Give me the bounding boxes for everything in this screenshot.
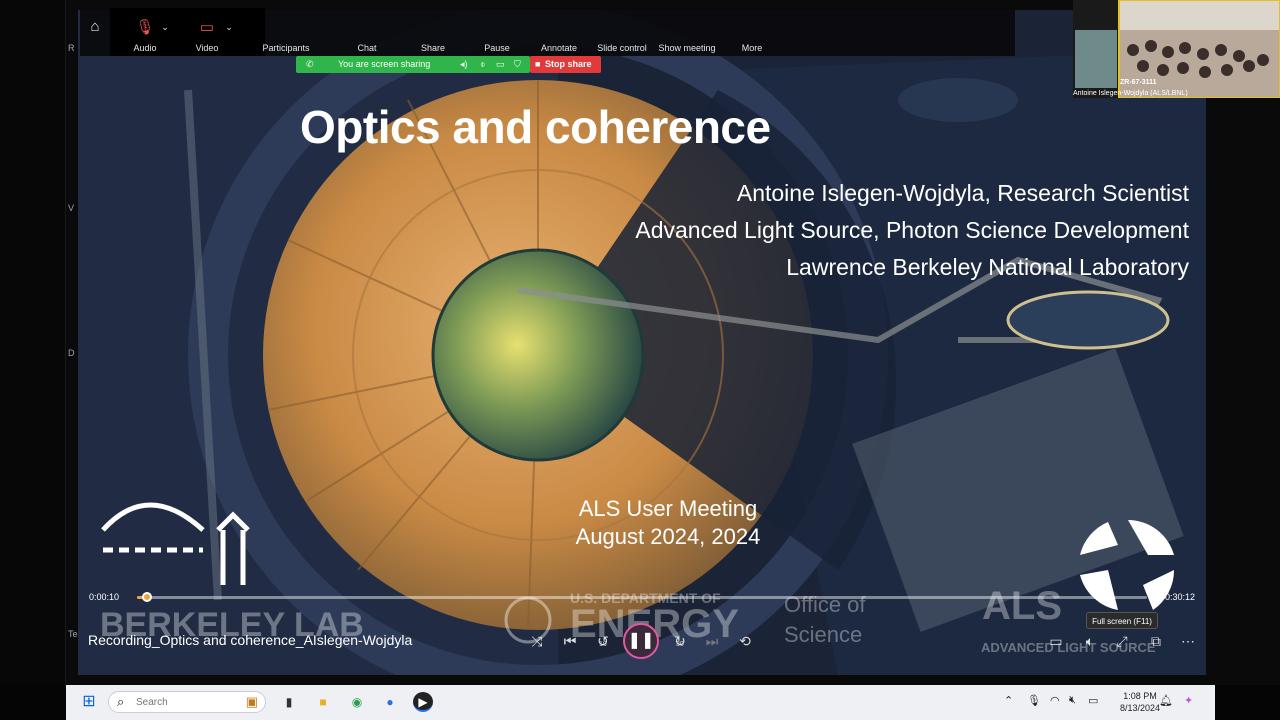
shield-icon[interactable]: ⛉ <box>514 59 521 70</box>
task-view-button[interactable]: ▮ <box>279 692 299 712</box>
phone-icon: ✆ <box>306 59 314 69</box>
skip-back-button[interactable]: ↺ 10 <box>591 630 615 652</box>
zoom-app-button[interactable]: ● <box>380 692 400 712</box>
microphone-tray-icon[interactable]: 🎙︎ <box>1027 694 1041 707</box>
previous-button[interactable]: ⏮ <box>558 630 582 652</box>
stop-icon: ■ <box>535 59 541 69</box>
search-input[interactable] <box>136 695 216 710</box>
folder-icon: ■ <box>319 695 327 709</box>
room-camera-feed <box>1073 0 1280 99</box>
speaker-icon[interactable]: ◂) <box>460 59 468 70</box>
video-icon[interactable]: ▭ <box>496 59 505 70</box>
next-button[interactable]: ⏭ <box>700 630 724 652</box>
elapsed-time: 0:00:10 <box>89 592 120 602</box>
zoom-icon: ● <box>386 695 394 709</box>
share-button[interactable]: Share <box>411 8 455 56</box>
room-id-label: ZR-67-3111 <box>1120 79 1157 86</box>
miniplayer-button[interactable]: ▭ <box>1044 630 1068 652</box>
fullscreen-tooltip: Full screen (F11) <box>1086 612 1158 629</box>
edge-fragment: V <box>68 203 75 213</box>
next-icon: ⏭ <box>705 633 719 649</box>
mic-muted-icon: 🎙︎ <box>135 19 155 36</box>
screen-sharing-banner: ✆ You are screen sharing ◂) ⌽ ▭ ⛉ <box>296 56 530 73</box>
media-player-button[interactable]: ▶ <box>413 692 433 712</box>
pause-icon: ❚❚ <box>627 632 655 649</box>
clock-time: 1:08 PM <box>1123 691 1157 701</box>
pause-button[interactable]: ❚❚ <box>623 623 659 659</box>
home-button[interactable]: ⌂ <box>82 8 108 56</box>
fullscreen-button[interactable]: ⤢ <box>1110 630 1134 652</box>
desktop-edge-left <box>0 685 66 720</box>
slide-meeting-date: August 2024, 2024 <box>575 524 761 549</box>
repeat-off-icon: ⟲ <box>739 633 751 649</box>
stop-share-button[interactable]: ■ Stop share <box>530 56 601 73</box>
taskbar-clock[interactable]: 1:08 PM 8/13/2024 <box>1120 690 1160 714</box>
edge-fragment: Te <box>68 629 78 639</box>
repeat-button[interactable]: ⟲ <box>733 630 757 652</box>
task-view-icon: ▮ <box>285 695 293 709</box>
wifi-icon[interactable]: ◠ <box>1050 694 1060 707</box>
participant-video-thumbnail[interactable] <box>1073 0 1280 99</box>
mic-icon[interactable]: ⌽ <box>480 59 485 70</box>
show-hidden-icons-button[interactable]: ⌃ <box>1004 694 1013 707</box>
edge-fragment: D <box>68 348 75 358</box>
seek-bar[interactable] <box>137 592 1147 602</box>
show-meeting-button[interactable]: Show meeting <box>655 8 719 56</box>
science-text: Science <box>784 622 863 647</box>
chevron-down-icon: ⌄ <box>225 22 233 32</box>
more-horizontal-icon: ⋯ <box>1181 633 1195 649</box>
cast-icon: ⧉ <box>1151 633 1161 649</box>
slide-affiliation: Advanced Light Source, Photon Science De… <box>635 217 1189 243</box>
slide-author: Antoine Islegen-Wojdyla, Research Scient… <box>736 180 1189 206</box>
sharing-status-text: You are screen sharing <box>338 59 431 69</box>
participant-name-label: Antoine Islegen-Wojdyla (ALS/LBNL) <box>1073 90 1188 97</box>
video-off-icon: ▭ <box>199 19 215 36</box>
als-logo-text: ALS <box>982 584 1062 628</box>
cast-button[interactable]: ⧉ <box>1144 630 1168 652</box>
copilot-icon[interactable]: ✦ <box>1184 694 1193 707</box>
volume-button[interactable]: 🔈︎ <box>1078 630 1102 652</box>
notifications-icon[interactable]: 🔔︎ <box>1159 694 1173 707</box>
skip-forward-button[interactable]: ↻ 30 <box>668 630 692 652</box>
clock-date: 8/13/2024 <box>1120 703 1161 713</box>
recording-title: Recording_Optics and coherence_AIslegen-… <box>88 632 413 648</box>
audio-options-chevron[interactable]: ⌄ <box>158 8 172 56</box>
fullscreen-icon: ⤢ <box>1116 633 1128 649</box>
participants-button[interactable]: Participants <box>258 8 314 56</box>
search-icon: ⌕ <box>117 694 125 709</box>
video-options-chevron[interactable]: ⌄ <box>222 8 236 56</box>
previous-icon: ⏮ <box>563 633 577 649</box>
taskbar-search[interactable]: ⌕ ▣ <box>108 691 266 713</box>
chat-button[interactable]: Chat <box>345 8 389 56</box>
home-icon: ⌂ <box>90 18 100 35</box>
slide-control-button[interactable]: Slide control <box>594 8 650 56</box>
shuffle-button[interactable]: ⤨ <box>525 630 549 652</box>
chrome-icon: ◉ <box>351 695 363 709</box>
annotate-button[interactable]: Annotate <box>534 8 584 56</box>
battery-icon[interactable]: ▭ <box>1088 694 1098 707</box>
edge-fragment: R <box>68 43 75 53</box>
desktop-edge-right <box>1215 685 1280 720</box>
slide-meeting-name: ALS User Meeting <box>578 496 758 521</box>
total-time: 0:30:12 <box>1165 592 1196 602</box>
shared-slide: Optics and coherence Antoine Islegen-Woj… <box>78 10 1206 675</box>
play-icon: ▶ <box>418 695 428 709</box>
windows-logo-icon: ⊞ <box>82 693 96 710</box>
desktop-screen: Optics and coherence Antoine Islegen-Woj… <box>0 0 1280 720</box>
shuffle-icon: ⤨ <box>531 633 543 649</box>
file-explorer-button[interactable]: ■ <box>313 692 333 712</box>
chevron-down-icon: ⌄ <box>161 22 169 32</box>
start-button[interactable]: ⊞ <box>79 692 99 712</box>
more-button[interactable]: More <box>732 8 772 56</box>
chrome-button[interactable]: ◉ <box>347 692 367 712</box>
more-options-button[interactable]: ⋯ <box>1176 630 1200 652</box>
search-highlight-icon: ▣ <box>245 694 258 709</box>
pause-share-button[interactable]: Pause <box>475 8 519 56</box>
miniplayer-icon: ▭ <box>1049 633 1063 649</box>
slide-lab: Lawrence Berkeley National Laboratory <box>786 254 1189 280</box>
volume-muted-tray-icon[interactable]: 🔇︎ <box>1069 694 1076 707</box>
slide-title: Optics and coherence <box>300 101 771 153</box>
volume-icon: 🔈︎ <box>1085 633 1095 649</box>
background-window-edge <box>0 0 66 685</box>
